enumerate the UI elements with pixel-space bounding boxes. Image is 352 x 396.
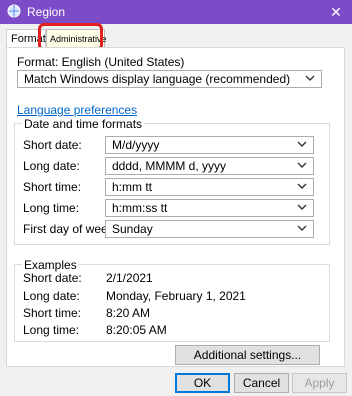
long-time-value: h:mm:ss tt [112, 201, 168, 215]
date-time-group-title: Date and time formats [22, 117, 145, 131]
cancel-button[interactable]: Cancel [234, 373, 289, 393]
first-day-of-week-value: Sunday [112, 222, 153, 236]
example-short-time-value: 8:20 AM [106, 306, 151, 320]
format-dropdown[interactable]: Match Windows display language (recommen… [17, 70, 322, 88]
close-icon: ✕ [330, 3, 342, 20]
chevron-down-icon [305, 75, 315, 81]
region-globe-icon [7, 4, 21, 18]
chevron-down-icon [297, 183, 307, 189]
short-time-label: Short time: [23, 180, 82, 194]
example-long-date-label: Long date: [23, 289, 80, 303]
title-bar: Region ✕ [0, 0, 352, 24]
first-day-of-week-label: First day of week: [23, 222, 118, 236]
example-long-date-value: Monday, February 1, 2021 [106, 289, 246, 303]
close-button[interactable]: ✕ [320, 0, 352, 24]
example-long-time-value: 8:20:05 AM [106, 323, 167, 337]
examples-group-title: Examples [22, 258, 79, 272]
example-short-date-value: 2/1/2021 [106, 271, 153, 285]
language-preferences-link[interactable]: Language preferences [17, 103, 137, 117]
long-date-label: Long date: [23, 159, 80, 173]
chevron-down-icon [297, 141, 307, 147]
example-short-time-label: Short time: [23, 306, 82, 320]
short-time-value: h:mm tt [112, 180, 153, 194]
format-dropdown-value: Match Windows display language (recommen… [24, 72, 291, 86]
long-time-dropdown[interactable]: h:mm:ss tt [105, 199, 314, 217]
additional-settings-button[interactable]: Additional settings... [175, 345, 320, 365]
example-long-time-label: Long time: [23, 323, 80, 337]
short-date-dropdown[interactable]: M/d/yyyy [105, 136, 314, 154]
first-day-of-week-dropdown[interactable]: Sunday [105, 220, 314, 238]
chevron-down-icon [297, 225, 307, 231]
apply-button[interactable]: Apply [292, 373, 347, 393]
short-date-label: Short date: [23, 138, 82, 152]
example-short-date-label: Short date: [23, 271, 82, 285]
ok-button[interactable]: OK [175, 373, 230, 393]
short-time-dropdown[interactable]: h:mm tt [105, 178, 314, 196]
long-time-label: Long time: [23, 201, 80, 215]
window-title: Region [27, 5, 66, 19]
long-date-value: dddd, MMMM d, yyyy [112, 159, 227, 173]
format-label: Format: English (United States) [17, 55, 185, 69]
chevron-down-icon [297, 204, 307, 210]
chevron-down-icon [297, 162, 307, 168]
formats-panel: Format: English (United States) Match Wi… [6, 47, 345, 367]
long-date-dropdown[interactable]: dddd, MMMM d, yyyy [105, 157, 314, 175]
short-date-value: M/d/yyyy [112, 138, 160, 152]
